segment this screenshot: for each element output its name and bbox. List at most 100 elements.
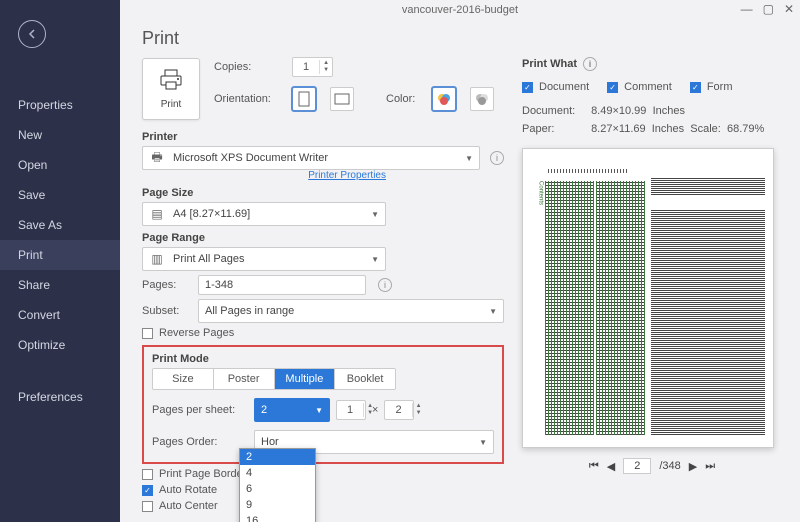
color-gray-button[interactable] <box>470 87 494 111</box>
subset-label: Subset: <box>142 305 192 317</box>
sidebar-item-save[interactable]: Save <box>0 180 120 210</box>
tab-multiple[interactable]: Multiple <box>275 369 336 389</box>
subset-value: All Pages in range <box>205 305 489 317</box>
page-size-section-title: Page Size <box>142 187 504 199</box>
back-button[interactable] <box>18 20 46 48</box>
window: Properties New Open Save Save As Print S… <box>0 0 800 522</box>
pager-prev-button[interactable]: ◀ <box>607 460 615 473</box>
preview-pager: ⏮ ◀ 2 /348 ▶ ⏭ <box>522 458 782 474</box>
sidebar-item-save-as[interactable]: Save As <box>0 210 120 240</box>
orientation-portrait-button[interactable] <box>292 87 316 111</box>
pages-input[interactable] <box>198 275 366 295</box>
printer-select[interactable]: 🖶 Microsoft XPS Document Writer ▼ <box>142 146 480 170</box>
info-icon[interactable]: i <box>490 151 504 165</box>
copies-stepper[interactable]: 1 ▲▼ <box>292 57 333 77</box>
printer-value: Microsoft XPS Document Writer <box>173 152 465 164</box>
times-symbol: × <box>372 404 378 416</box>
sidebar-item-convert[interactable]: Convert <box>0 300 120 330</box>
pages-per-sheet-value: 2 <box>261 404 315 416</box>
sidebar-item-open[interactable]: Open <box>0 150 120 180</box>
checkbox-icon <box>142 501 153 512</box>
print-button[interactable]: Print <box>142 58 200 120</box>
pages-label: Pages: <box>142 279 192 291</box>
pager-page-input[interactable]: 2 <box>623 458 651 474</box>
main: Print Print Copies: 1 <box>120 0 800 522</box>
info-icon[interactable]: i <box>378 278 392 292</box>
auto-rotate-label: Auto Rotate <box>159 484 217 496</box>
chevron-down-icon: ▼ <box>371 210 379 219</box>
auto-rotate-checkbox[interactable]: ✓ Auto Rotate <box>142 484 504 496</box>
tab-poster[interactable]: Poster <box>214 369 275 389</box>
page-range-value: Print All Pages <box>173 253 371 265</box>
pages-order-label: Pages Order: <box>152 436 248 448</box>
print-preview: Contents <box>522 148 774 448</box>
dropdown-option[interactable]: 9 <box>240 497 315 513</box>
print-button-label: Print <box>161 99 182 110</box>
chevron-down-icon[interactable]: ▼ <box>320 67 332 74</box>
sidebar-item-label: Optimize <box>18 338 65 352</box>
pager-next-button[interactable]: ▶ <box>689 460 697 473</box>
tab-booklet[interactable]: Booklet <box>335 369 395 389</box>
chevron-down-icon: ▼ <box>315 406 323 415</box>
page-range-select[interactable]: ▥ Print All Pages ▼ <box>142 247 386 271</box>
chevron-up-icon[interactable]: ▲ <box>320 60 332 67</box>
pages-per-sheet-select[interactable]: 2 ▼ <box>254 398 330 422</box>
pager-first-button[interactable]: ⏮ <box>589 460 599 473</box>
sidebar-item-label: Share <box>18 278 50 292</box>
print-what-comment-checkbox[interactable]: ✓Comment <box>607 81 672 93</box>
chevron-down-icon: ▼ <box>371 255 379 264</box>
close-button[interactable]: ✕ <box>784 2 794 16</box>
sidebar-item-label: Convert <box>18 308 60 322</box>
pages-order-value: Hor <box>261 436 479 448</box>
window-controls: — ▢ ✕ <box>741 2 794 16</box>
page-range-section-title: Page Range <box>142 232 504 244</box>
sidebar-item-label: Save As <box>18 218 62 232</box>
printer-properties-link[interactable]: Printer Properties <box>142 170 386 181</box>
dropdown-option[interactable]: 4 <box>240 465 315 481</box>
copies-value: 1 <box>293 61 319 73</box>
pager-last-button[interactable]: ⏭ <box>705 460 715 473</box>
sidebar-item-optimize[interactable]: Optimize <box>0 330 120 360</box>
print-page-border-label: Print Page Border <box>159 468 246 480</box>
minimize-button[interactable]: — <box>741 2 753 16</box>
left-column: Print Copies: 1 ▲▼ Orientation: <box>142 57 504 516</box>
auto-center-checkbox[interactable]: Auto Center <box>142 500 504 512</box>
print-mode-section: Print Mode Size Poster Multiple Booklet … <box>142 345 504 464</box>
print-page-border-checkbox[interactable]: Print Page Border <box>142 468 504 480</box>
copies-label: Copies: <box>214 61 282 73</box>
grid-a-stepper[interactable]: 1▲▼ <box>336 400 366 420</box>
sidebar-item-label: Print <box>18 248 43 262</box>
checkbox-icon: ✓ <box>142 485 153 496</box>
sidebar-item-print[interactable]: Print <box>0 240 120 270</box>
chevron-down-icon: ▼ <box>479 438 487 447</box>
print-what-document-checkbox[interactable]: ✓Document <box>522 81 589 93</box>
printer-icon: 🖶 <box>149 148 165 169</box>
sidebar-item-new[interactable]: New <box>0 120 120 150</box>
window-title: vancouver-2016-budget <box>402 4 518 16</box>
auto-center-label: Auto Center <box>159 500 218 512</box>
sidebar-item-preferences[interactable]: Preferences <box>0 382 120 412</box>
page-size-select[interactable]: ▤ A4 [8.27×11.69] ▼ <box>142 202 386 226</box>
reverse-pages-checkbox[interactable]: Reverse Pages <box>142 327 504 339</box>
dropdown-option[interactable]: 16 <box>240 513 315 522</box>
checkbox-icon <box>142 469 153 480</box>
dropdown-option[interactable]: 6 <box>240 481 315 497</box>
pages-per-sheet-dropdown[interactable]: 2 4 6 9 16 Custom... <box>239 448 316 522</box>
subset-select[interactable]: All Pages in range ▼ <box>198 299 504 323</box>
tab-size[interactable]: Size <box>153 369 214 389</box>
sidebar-item-label: New <box>18 128 42 142</box>
maximize-button[interactable]: ▢ <box>763 2 774 16</box>
sidebar-item-label: Properties <box>18 98 73 112</box>
info-icon[interactable]: i <box>583 57 597 71</box>
print-what-form-checkbox[interactable]: ✓Form <box>690 81 733 93</box>
grid-b-stepper[interactable]: 2▲▼ <box>384 400 414 420</box>
color-color-button[interactable] <box>432 87 456 111</box>
orientation-landscape-button[interactable] <box>330 87 354 111</box>
print-what-title: Print What i <box>522 57 782 71</box>
sidebar-item-label: Save <box>18 188 45 202</box>
print-mode-title: Print Mode <box>152 353 494 365</box>
sidebar-item-properties[interactable]: Properties <box>0 90 120 120</box>
sidebar-item-share[interactable]: Share <box>0 270 120 300</box>
dropdown-option[interactable]: 2 <box>240 449 315 465</box>
page-size-value: A4 [8.27×11.69] <box>173 208 371 220</box>
